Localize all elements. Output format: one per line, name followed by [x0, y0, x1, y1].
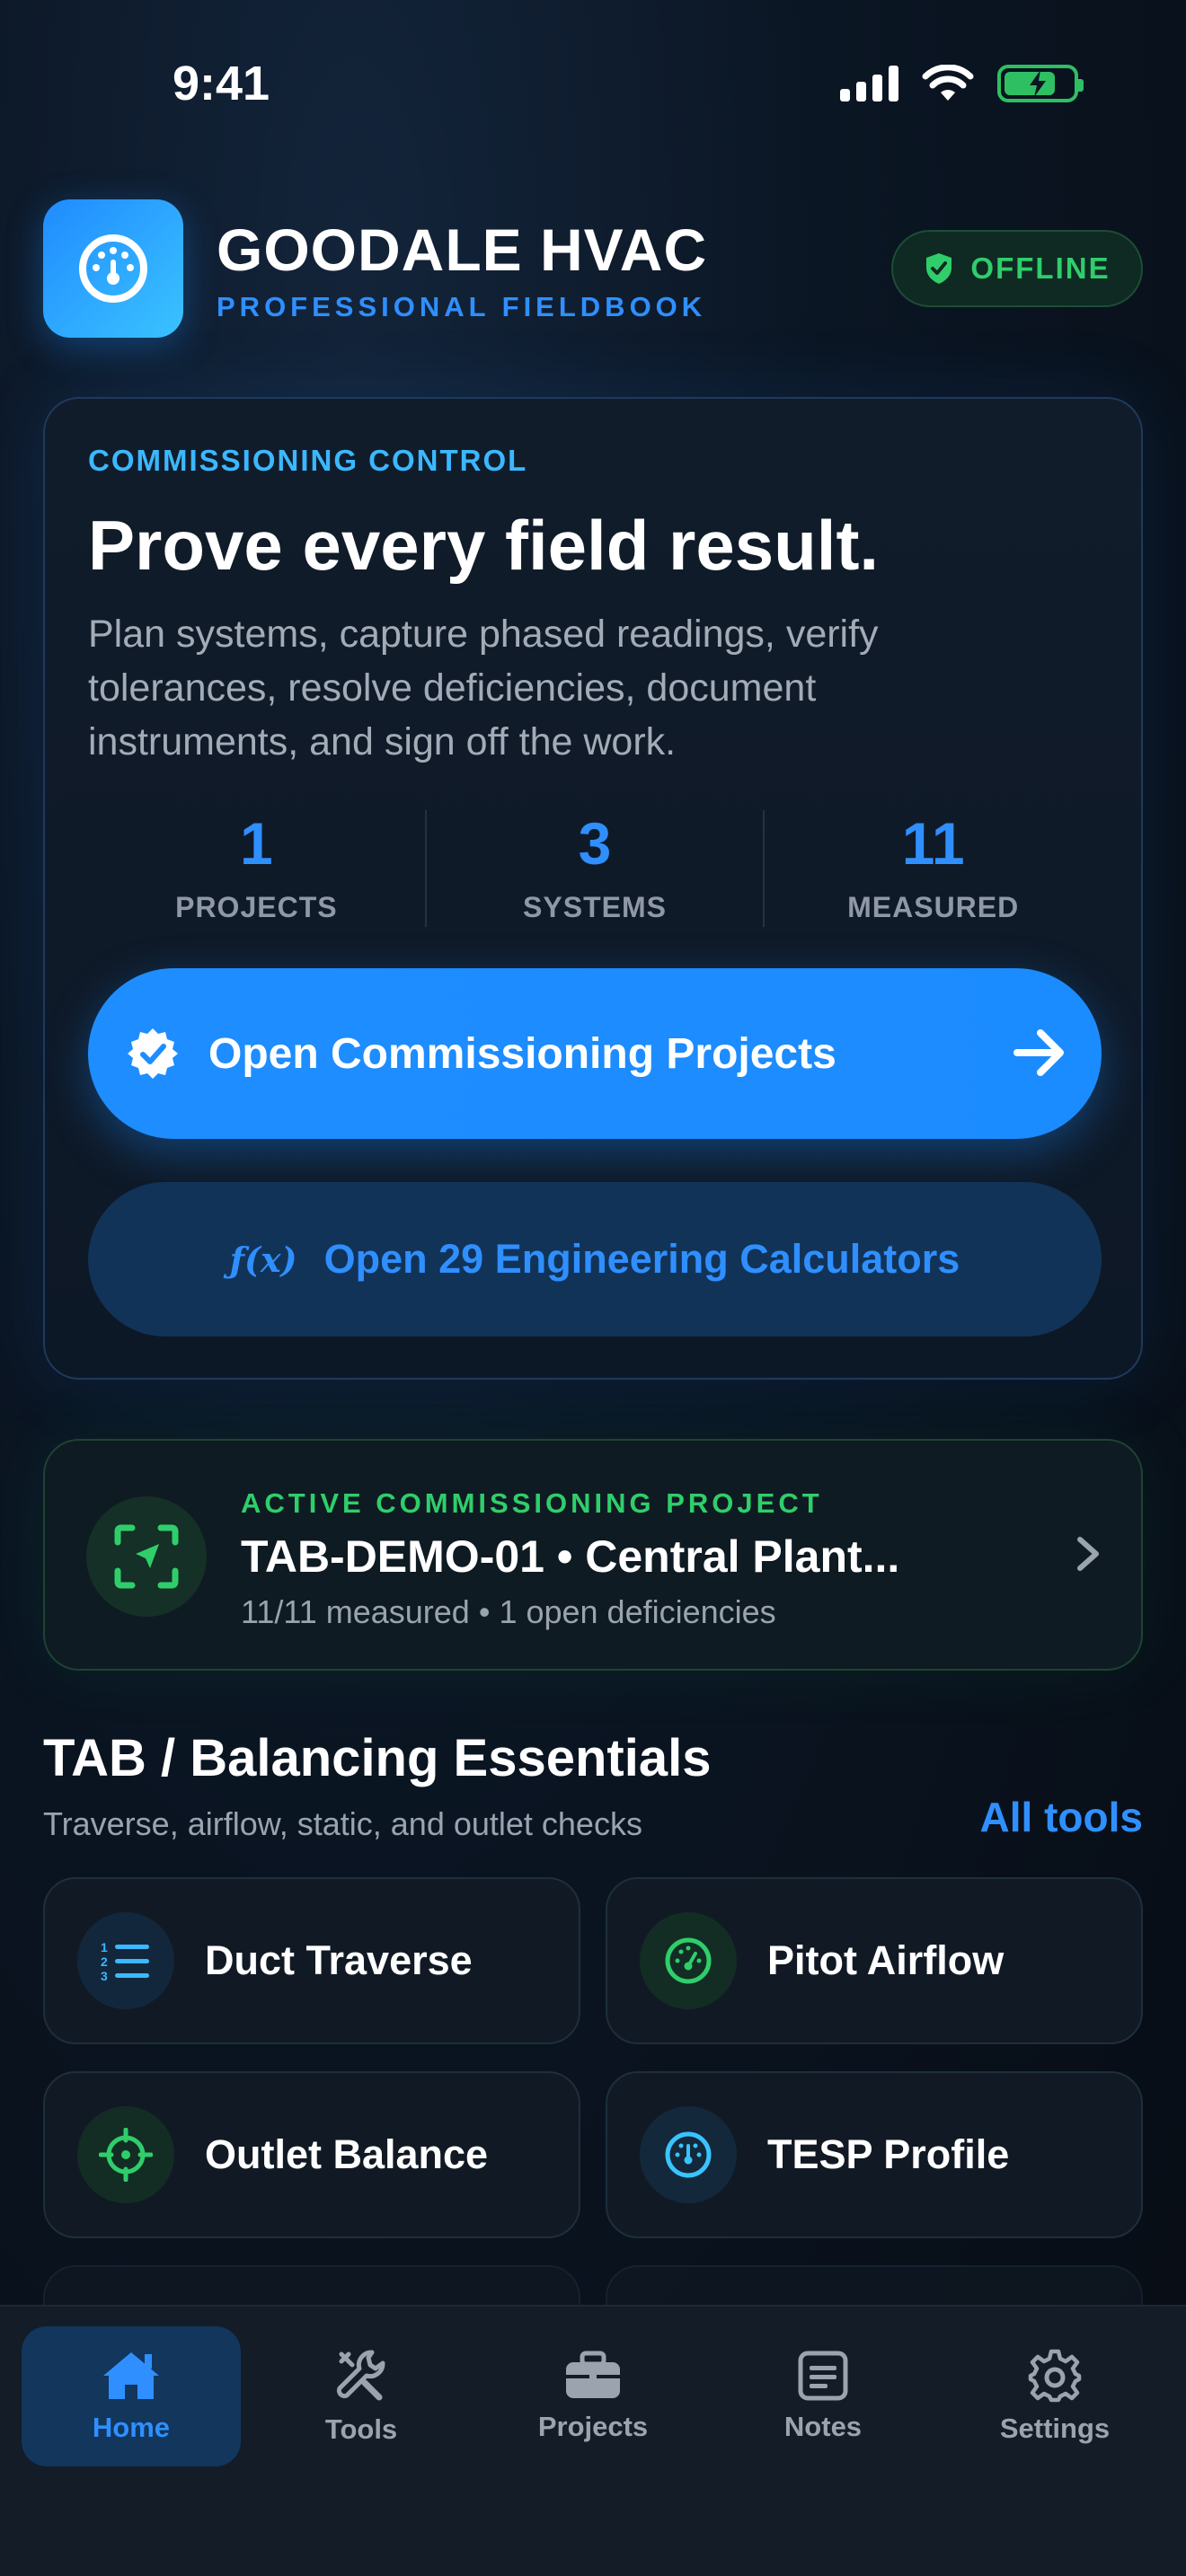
- all-tools-link[interactable]: All tools: [980, 1793, 1143, 1841]
- tab-notes[interactable]: Notes: [713, 2326, 933, 2466]
- tool-label: Pitot Airflow: [767, 1937, 1005, 1983]
- open-commissioning-projects-button[interactable]: Open Commissioning Projects: [88, 968, 1102, 1139]
- numbered-list-icon: 1 2 3: [77, 1912, 174, 2009]
- tool-label: TESP Profile: [767, 2131, 1010, 2177]
- gauge-logo-icon: [79, 234, 147, 303]
- primary-button-label: Open Commissioning Projects: [208, 1029, 836, 1078]
- status-bar: 9:41: [0, 0, 1186, 171]
- hero-description: Plan systems, capture phased readings, v…: [88, 613, 879, 763]
- location-scan-icon: [86, 1496, 207, 1617]
- tab-home[interactable]: Home: [22, 2326, 241, 2466]
- wifi-icon: [922, 65, 974, 101]
- tool-pitot-airflow[interactable]: Pitot Airflow: [606, 1877, 1143, 2044]
- shield-check-icon: [926, 253, 952, 284]
- status-time: 9:41: [173, 57, 270, 110]
- project-meta: 11/11 measured • 1 open deficiencies: [241, 1593, 776, 1630]
- stat-measured: 11 MEASURED: [765, 810, 1102, 927]
- project-title: TAB-DEMO-01 • Central Plant...: [241, 1531, 900, 1582]
- section-subtitle: Traverse, airflow, static, and outlet ch…: [43, 1805, 642, 1842]
- function-icon: ƒ(x): [229, 1239, 297, 1280]
- tab-label: Projects: [537, 2411, 649, 2442]
- app-header: GOODALE HVAC PROFESSIONAL FIELDBOOK OFFL…: [43, 199, 1143, 340]
- arrow-right-icon: [1013, 1029, 1064, 1076]
- tab-projects[interactable]: Projects: [483, 2326, 703, 2466]
- gear-icon: [1028, 2349, 1082, 2403]
- tools-icon: [336, 2350, 385, 2401]
- stat-label: PROJECTS: [175, 890, 338, 923]
- tool-duct-traverse[interactable]: 1 2 3 Duct Traverse: [43, 1877, 580, 2044]
- app-title: GOODALE HVAC: [217, 216, 708, 283]
- stats-row: 1 PROJECTS 3 SYSTEMS 11 MEASURED: [88, 810, 1102, 927]
- commissioning-control-card: COMMISSIONING CONTROL Prove every field …: [43, 397, 1143, 1380]
- stat-value: 11: [901, 809, 965, 877]
- secondary-button-label: Open 29 Engineering Calculators: [323, 1236, 960, 1282]
- stat-label: SYSTEMS: [523, 890, 667, 923]
- briefcase-icon: [566, 2351, 620, 2398]
- gauge-icon: [640, 1912, 737, 2009]
- svg-text:2: 2: [101, 1954, 108, 1969]
- section-title: TAB / Balancing Essentials: [43, 1729, 712, 1787]
- tab-tools[interactable]: Tools: [252, 2326, 471, 2466]
- tab-label: Tools: [324, 2413, 398, 2445]
- tool-label: Outlet Balance: [205, 2131, 489, 2177]
- cellular-signal-icon: [840, 66, 898, 101]
- svg-text:3: 3: [101, 1969, 108, 1982]
- svg-text:1: 1: [101, 1940, 108, 1954]
- open-engineering-calculators-button[interactable]: ƒ(x) Open 29 Engineering Calculators: [88, 1182, 1102, 1337]
- tool-tesp-profile[interactable]: TESP Profile: [606, 2071, 1143, 2238]
- stat-projects: 1 PROJECTS: [88, 810, 427, 927]
- status-icons: [840, 65, 1084, 102]
- offline-status-badge[interactable]: OFFLINE: [891, 230, 1143, 307]
- hero-title: Prove every field result.: [88, 506, 880, 585]
- gauge-icon: [640, 2106, 737, 2203]
- home-icon: [103, 2352, 159, 2399]
- bottom-tab-bar: Home Tools Projects Notes Settings: [0, 2305, 1186, 2576]
- battery-charging-icon: [997, 65, 1084, 102]
- stat-systems: 3 SYSTEMS: [427, 810, 766, 927]
- stat-value: 3: [578, 809, 612, 877]
- tab-label: Home: [92, 2412, 171, 2443]
- chevron-right-icon: [1077, 1537, 1099, 1571]
- project-eyebrow: ACTIVE COMMISSIONING PROJECT: [241, 1487, 823, 1519]
- notes-icon: [798, 2351, 848, 2401]
- stat-label: MEASURED: [847, 890, 1020, 923]
- tool-outlet-balance[interactable]: Outlet Balance: [43, 2071, 580, 2238]
- stat-value: 1: [239, 809, 273, 877]
- offline-label: OFFLINE: [970, 251, 1111, 285]
- tool-label: Duct Traverse: [205, 1937, 473, 1983]
- active-project-card[interactable]: ACTIVE COMMISSIONING PROJECT TAB-DEMO-01…: [43, 1439, 1143, 1671]
- app-logo: [43, 199, 183, 338]
- app-subtitle: PROFESSIONAL FIELDBOOK: [217, 291, 707, 322]
- tab-settings[interactable]: Settings: [945, 2326, 1164, 2466]
- tab-label: Notes: [783, 2411, 863, 2442]
- hero-eyebrow: COMMISSIONING CONTROL: [88, 444, 528, 477]
- verified-badge-icon: [128, 1028, 178, 1079]
- crosshair-icon: [77, 2106, 174, 2203]
- tab-label: Settings: [999, 2413, 1111, 2444]
